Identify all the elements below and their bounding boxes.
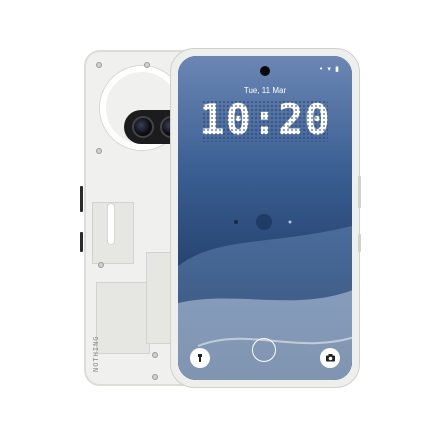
side-button <box>80 186 83 212</box>
brand-wordmark: NOTHING <box>92 335 100 372</box>
screw-icon <box>96 62 102 68</box>
product-photo: NOTHING • ▾ ▮ Tue, 11 Mar 10:20 <box>0 0 440 440</box>
screw-icon <box>144 62 150 68</box>
flashlight-icon <box>198 354 202 362</box>
screw-icon <box>96 148 102 154</box>
back-panel <box>96 282 150 354</box>
lock-date: Tue, 11 Mar <box>243 86 287 95</box>
power-button <box>358 176 361 208</box>
glyph-bar-light <box>108 204 114 244</box>
lock-screen: • ▾ ▮ Tue, 11 Mar 10:20 <box>178 56 352 380</box>
camera-lens-icon <box>132 116 154 138</box>
side-button <box>358 234 361 252</box>
camera-button[interactable] <box>320 348 340 368</box>
lock-clock: 10:20 <box>199 95 331 144</box>
screw-icon <box>98 262 104 268</box>
side-button <box>80 232 83 252</box>
camera-icon <box>325 354 335 362</box>
phone-front: • ▾ ▮ Tue, 11 Mar 10:20 <box>170 48 360 388</box>
fingerprint-icon[interactable] <box>252 338 276 362</box>
screw-icon <box>152 374 158 380</box>
status-bar-icons: • ▾ ▮ <box>319 65 340 73</box>
front-camera <box>260 66 270 76</box>
screw-icon <box>152 352 158 358</box>
flashlight-button[interactable] <box>190 348 210 368</box>
